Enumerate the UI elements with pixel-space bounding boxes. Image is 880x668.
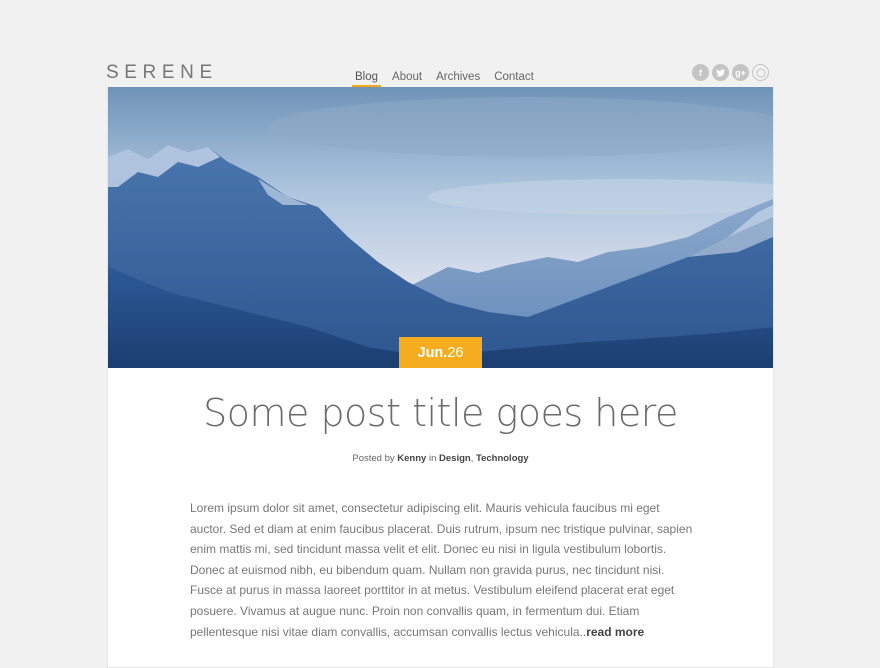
- post-card: Jun. 26 Some post title goes here Posted …: [107, 87, 774, 668]
- nav-item-about[interactable]: About: [389, 70, 425, 84]
- read-more-link[interactable]: read more: [586, 625, 644, 639]
- author-link[interactable]: Kenny: [397, 453, 426, 464]
- site-logo[interactable]: SERENE: [106, 62, 218, 84]
- social-links: f g+: [692, 64, 769, 81]
- post-title[interactable]: Some post title goes here: [108, 391, 773, 435]
- rss-icon[interactable]: [752, 64, 769, 81]
- category-link-design[interactable]: Design: [439, 453, 471, 464]
- post-meta: Posted by Kenny in Design, Technology: [352, 453, 529, 464]
- google-plus-icon[interactable]: g+: [732, 64, 749, 81]
- facebook-icon[interactable]: f: [692, 64, 709, 81]
- nav-item-contact[interactable]: Contact: [491, 70, 537, 84]
- date-badge: Jun. 26: [399, 337, 482, 368]
- post-excerpt: Lorem ipsum dolor sit amet, consectetur …: [190, 501, 693, 639]
- main-nav: Blog About Archives Contact: [352, 70, 545, 87]
- date-month: Jun.: [417, 344, 448, 361]
- nav-item-blog[interactable]: Blog: [352, 70, 382, 87]
- twitter-icon[interactable]: [712, 64, 729, 81]
- hero-image[interactable]: Jun. 26: [108, 87, 773, 368]
- nav-item-archives[interactable]: Archives: [433, 70, 483, 84]
- category-link-technology[interactable]: Technology: [476, 453, 529, 464]
- date-day: 26: [447, 344, 464, 361]
